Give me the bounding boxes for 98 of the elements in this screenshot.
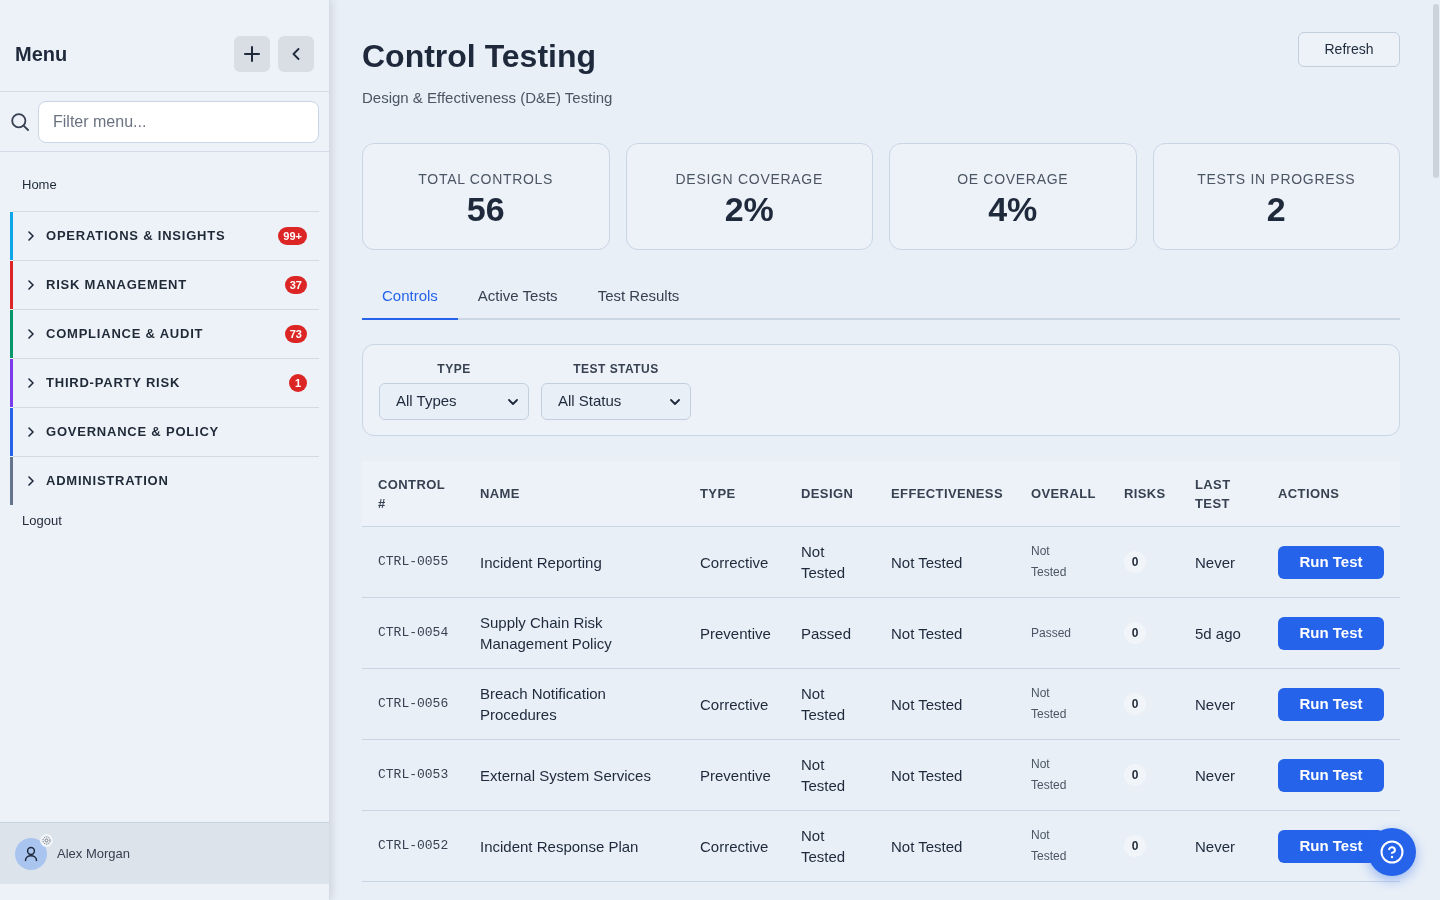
design-status: Not Tested	[801, 684, 847, 725]
design-status: Not Tested	[801, 755, 847, 796]
control-type: Corrective	[700, 836, 769, 857]
column-header: DESIGN	[801, 485, 854, 503]
control-type: Corrective	[700, 552, 769, 573]
menu-title: Menu	[15, 41, 68, 67]
stat-label: DESIGN COVERAGE	[675, 170, 823, 189]
filter-select[interactable]: All Status	[541, 383, 691, 420]
risk-count: 0	[1124, 622, 1146, 644]
scrollbar-thumb[interactable]	[1433, 4, 1439, 178]
last-test-time: 5d ago	[1195, 623, 1241, 644]
overall-status: Not Tested	[1031, 685, 1067, 723]
collapse-button[interactable]	[278, 35, 314, 72]
question-circle-icon	[1380, 840, 1404, 864]
stat-value: 4%	[988, 189, 1038, 229]
column-header: LAST TEST	[1195, 475, 1231, 513]
overall-status: Passed	[1031, 624, 1072, 642]
column-header: TYPE	[700, 485, 736, 503]
overall-status: Not Tested	[1031, 543, 1067, 581]
control-name: Breach Notification Procedures	[480, 684, 607, 725]
column-header: ACTIONS	[1278, 485, 1340, 503]
nav-section[interactable]: RISK MANAGEMENT 37	[13, 260, 319, 309]
filter-select[interactable]: All Types	[379, 383, 529, 420]
stat-label: OE COVERAGE	[957, 170, 1069, 189]
nav-section[interactable]: GOVERNANCE & POLICY	[13, 407, 319, 456]
control-id: CTRL-0052	[378, 837, 449, 856]
column-header: RISKS	[1124, 485, 1166, 503]
run-test-button[interactable]: Run Test	[1278, 687, 1384, 721]
risk-count: 0	[1124, 764, 1146, 786]
stat-label: TOTAL CONTROLS	[418, 170, 554, 189]
run-test-button[interactable]: Run Test	[1278, 758, 1384, 792]
stat-value: 2	[1266, 189, 1286, 229]
design-status: Not Tested	[801, 826, 847, 867]
page-subtitle: Design & Effectiveness (D&E) Testing	[362, 88, 613, 108]
logout-link[interactable]: Logout	[22, 513, 62, 528]
search-icon	[11, 112, 29, 131]
overall-status: Not Tested	[1031, 756, 1067, 794]
nav-section[interactable]: THIRD-PARTY RISK 1	[13, 358, 319, 407]
control-name: Incident Response Plan	[480, 836, 639, 857]
control-id: CTRL-0055	[378, 553, 449, 572]
last-test-time: Never	[1195, 552, 1235, 573]
effectiveness-status: Not Tested	[891, 552, 963, 573]
plus-icon	[244, 45, 260, 62]
last-test-time: Never	[1195, 836, 1235, 857]
chevron-down-icon	[508, 398, 518, 405]
count-badge: 73	[284, 325, 307, 343]
column-header: EFFECTIVENESS	[891, 485, 1003, 503]
add-button[interactable]	[234, 35, 270, 72]
risk-count: 0	[1124, 835, 1146, 857]
nav-section[interactable]: COMPLIANCE & AUDIT 73	[13, 309, 319, 358]
overall-status: Not Tested	[1031, 827, 1067, 865]
control-type: Preventive	[700, 623, 771, 644]
control-name: Supply Chain Risk Management Policy	[480, 613, 613, 654]
tab[interactable]: Active Tests	[457, 274, 578, 320]
control-id: CTRL-0054	[378, 624, 449, 643]
run-test-button[interactable]: Run Test	[1278, 616, 1384, 650]
control-name: Incident Reporting	[480, 552, 602, 573]
effectiveness-status: Not Tested	[891, 765, 963, 786]
design-status: Passed	[801, 623, 852, 644]
control-type: Preventive	[700, 765, 771, 786]
avatar-icon[interactable]	[15, 837, 47, 870]
run-test-button[interactable]: Run Test	[1278, 545, 1384, 579]
control-id: CTRL-0053	[378, 766, 449, 785]
search-field[interactable]: Filter menu...	[38, 100, 319, 143]
effectiveness-status: Not Tested	[891, 694, 963, 715]
column-header: CONTROL #	[378, 475, 445, 513]
page-title: Control Testing	[362, 37, 598, 76]
nav-section[interactable]: OPERATIONS & INSIGHTS 99+	[13, 211, 319, 260]
stat-value: 2%	[724, 189, 774, 229]
tab[interactable]: Test Results	[577, 274, 700, 320]
column-header: NAME	[480, 485, 520, 503]
control-id: CTRL-0056	[378, 695, 449, 714]
control-name: External System Services	[480, 765, 651, 786]
user-name: Alex Morgan	[57, 844, 130, 863]
last-test-time: Never	[1195, 694, 1235, 715]
tab[interactable]: Controls	[362, 274, 458, 320]
chevron-down-icon	[670, 398, 680, 405]
help-button[interactable]	[1368, 828, 1416, 876]
filter-label: TEST STATUS	[573, 361, 659, 377]
count-badge: 1	[289, 374, 307, 392]
stat-label: TESTS IN PROGRESS	[1197, 170, 1356, 189]
chevron-left-icon	[292, 47, 300, 60]
nav-section[interactable]: ADMINISTRATION	[13, 456, 319, 505]
filter-label: TYPE	[437, 361, 471, 377]
home-link[interactable]: Home	[22, 177, 57, 192]
effectiveness-status: Not Tested	[891, 836, 963, 857]
count-badge: 37	[284, 276, 307, 294]
gear-icon[interactable]	[40, 833, 53, 847]
refresh-button[interactable]: Refresh	[1298, 32, 1400, 67]
column-header: OVERALL	[1031, 485, 1096, 503]
count-badge: 99+	[278, 227, 307, 245]
stat-value: 56	[466, 189, 505, 229]
control-type: Corrective	[700, 694, 769, 715]
last-test-time: Never	[1195, 765, 1235, 786]
risk-count: 0	[1124, 693, 1146, 715]
risk-count: 0	[1124, 551, 1146, 573]
effectiveness-status: Not Tested	[891, 623, 963, 644]
design-status: Not Tested	[801, 542, 847, 583]
